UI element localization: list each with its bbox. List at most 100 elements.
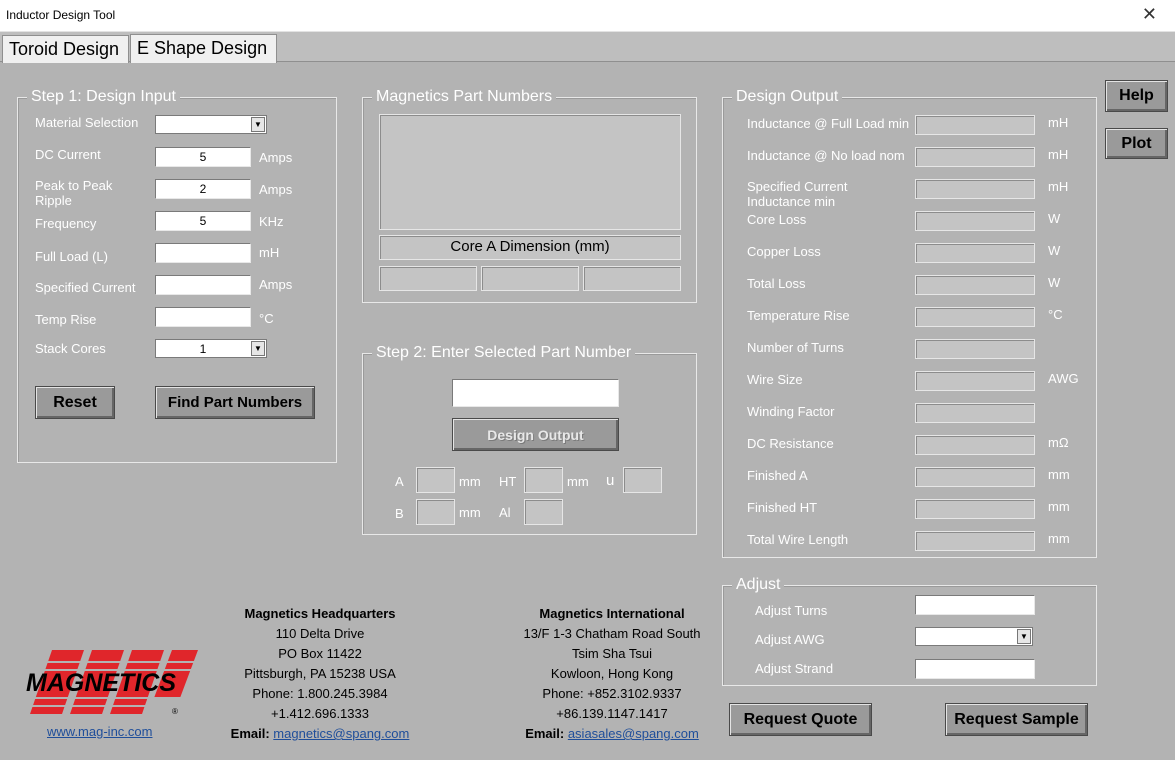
hq-title: Magnetics Headquarters xyxy=(244,606,396,621)
output-value xyxy=(915,115,1035,135)
request-quote-button[interactable]: Request Quote xyxy=(729,703,872,736)
intl-contact: Magnetics International 13/F 1-3 Chatham… xyxy=(502,604,722,744)
output-value xyxy=(915,499,1035,519)
chevron-down-icon[interactable]: ▼ xyxy=(251,117,265,132)
part-number-input[interactable] xyxy=(452,379,619,407)
output-label: Number of Turns xyxy=(747,340,844,355)
output-unit: W xyxy=(1048,211,1061,226)
adjust-awg-select[interactable]: ▼ xyxy=(915,627,1033,646)
output-label: Total Wire Length xyxy=(747,532,849,547)
output-value xyxy=(915,275,1035,295)
u-value xyxy=(623,467,662,493)
hq-line: +1.412.696.1333 xyxy=(271,706,369,721)
intl-email-label: Email: xyxy=(525,726,565,741)
close-icon[interactable]: ✕ xyxy=(1142,4,1157,25)
website-link[interactable]: www.mag-inc.com xyxy=(47,724,152,739)
adjust-turns-input[interactable] xyxy=(915,595,1035,615)
design-output-legend: Design Output xyxy=(732,88,843,106)
output-unit: °C xyxy=(1048,307,1063,322)
logo-text: MAGNETICS xyxy=(26,669,176,697)
intl-line: Tsim Sha Tsui xyxy=(572,646,652,661)
stack-cores-select[interactable]: 1 ▼ xyxy=(155,339,267,358)
adjust-awg-label: Adjust AWG xyxy=(755,632,825,647)
output-label: Inductance @ No load nom xyxy=(747,148,905,163)
a-unit: mm xyxy=(459,474,481,489)
hq-line: Pittsburgh, PA 15238 USA xyxy=(244,666,396,681)
full-load-input[interactable] xyxy=(155,243,251,263)
intl-line: 13/F 1-3 Chatham Road South xyxy=(523,626,701,641)
u-label: u xyxy=(606,472,615,489)
output-label: Finished A xyxy=(747,468,808,483)
magnetics-logo: MAGNETICS ® xyxy=(22,650,202,716)
b-unit: mm xyxy=(459,505,481,520)
output-unit: W xyxy=(1048,275,1061,290)
chevron-down-icon[interactable]: ▼ xyxy=(251,341,265,356)
hq-email-link[interactable]: magnetics@spang.com xyxy=(273,726,409,741)
plot-button[interactable]: Plot xyxy=(1105,128,1168,159)
ripple-input[interactable] xyxy=(155,179,251,199)
spec-current-label: Specified Current xyxy=(35,280,136,295)
spec-current-input[interactable] xyxy=(155,275,251,295)
dc-current-unit: Amps xyxy=(259,150,293,165)
chevron-down-icon[interactable]: ▼ xyxy=(1017,629,1031,644)
output-unit: mm xyxy=(1048,531,1070,546)
ripple-unit: Amps xyxy=(259,182,293,197)
ht-label: HT xyxy=(499,474,517,489)
output-label: Finished HT xyxy=(747,500,818,515)
stack-cores-label: Stack Cores xyxy=(35,341,106,356)
output-value xyxy=(915,339,1035,359)
dc-current-label: DC Current xyxy=(35,147,101,162)
output-unit: W xyxy=(1048,243,1061,258)
step2-legend: Step 2: Enter Selected Part Number xyxy=(372,344,636,362)
output-value xyxy=(915,179,1035,199)
full-load-label: Full Load (L) xyxy=(35,249,108,264)
temp-rise-label: Temp Rise xyxy=(35,312,97,327)
core-dim-cell-1 xyxy=(379,266,477,291)
output-value xyxy=(915,371,1035,391)
tab-toroid-design[interactable]: Toroid Design xyxy=(2,35,129,63)
a-value xyxy=(416,467,455,493)
output-label: Inductance @ Full Load min xyxy=(747,116,910,131)
design-output-button[interactable]: Design Output xyxy=(452,418,619,451)
output-value xyxy=(915,307,1035,327)
frequency-input[interactable] xyxy=(155,211,251,231)
part-numbers-legend: Magnetics Part Numbers xyxy=(372,88,557,106)
find-part-numbers-button[interactable]: Find Part Numbers xyxy=(155,386,315,419)
output-value xyxy=(915,467,1035,487)
output-value xyxy=(915,403,1035,423)
tab-e-shape-design[interactable]: E Shape Design xyxy=(130,34,277,63)
help-button[interactable]: Help xyxy=(1105,80,1168,112)
ht-value xyxy=(524,467,563,493)
adjust-strand-label: Adjust Strand xyxy=(755,661,834,676)
output-label: Winding Factor xyxy=(747,404,835,419)
temp-rise-input[interactable] xyxy=(155,307,251,327)
output-unit: AWG xyxy=(1048,371,1079,386)
output-unit: mΩ xyxy=(1048,435,1069,450)
full-load-unit: mH xyxy=(259,245,280,260)
intl-email-link[interactable]: asiasales@spang.com xyxy=(568,726,699,741)
output-unit: mm xyxy=(1048,499,1070,514)
hq-line: 110 Delta Drive xyxy=(275,626,365,641)
output-label: Temperature Rise xyxy=(747,308,850,323)
b-value xyxy=(416,499,455,525)
adjust-turns-label: Adjust Turns xyxy=(755,603,828,618)
adjust-strand-input[interactable] xyxy=(915,659,1035,679)
material-select[interactable]: ▼ xyxy=(155,115,267,134)
hq-line: Phone: 1.800.245.3984 xyxy=(252,686,388,701)
logo-registered: ® xyxy=(172,707,178,716)
part-numbers-list[interactable] xyxy=(379,114,681,230)
ripple-label: Peak to Peak Ripple xyxy=(35,178,113,208)
output-unit: mm xyxy=(1048,467,1070,482)
dc-current-input[interactable] xyxy=(155,147,251,167)
material-label: Material Selection xyxy=(35,115,139,130)
tab-strip: Toroid Design E Shape Design xyxy=(0,31,1175,63)
al-label: Al xyxy=(499,505,511,520)
frequency-unit: KHz xyxy=(259,214,284,229)
frequency-label: Frequency xyxy=(35,216,97,231)
request-sample-button[interactable]: Request Sample xyxy=(945,703,1088,736)
reset-button[interactable]: Reset xyxy=(35,386,115,419)
output-unit: mH xyxy=(1048,179,1069,194)
stack-cores-value: 1 xyxy=(199,342,207,356)
output-unit: mH xyxy=(1048,115,1069,130)
hq-line: PO Box 11422 xyxy=(278,646,362,661)
